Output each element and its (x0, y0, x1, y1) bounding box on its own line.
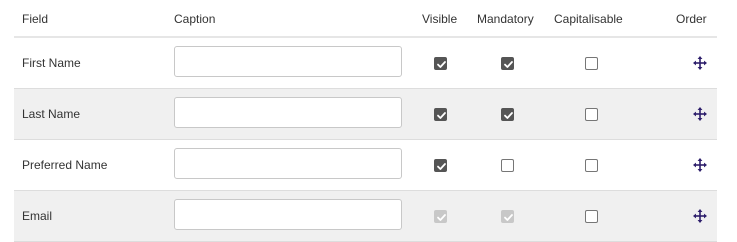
visible-checkbox[interactable] (434, 108, 447, 121)
visible-checkbox[interactable] (434, 57, 447, 70)
table-row: Preferred Name (14, 140, 717, 191)
capitalisable-checkbox[interactable] (585, 159, 598, 172)
move-icon[interactable] (693, 56, 707, 70)
grid-header: Field Caption Visible Mandatory Capitali… (14, 0, 717, 38)
table-row: Last Name (14, 89, 717, 140)
header-capitalisable: Capitalisable (554, 12, 623, 26)
caption-input[interactable] (174, 97, 402, 128)
mandatory-checkbox[interactable] (501, 108, 514, 121)
move-icon[interactable] (693, 209, 707, 223)
header-caption: Caption (174, 12, 216, 26)
header-mandatory: Mandatory (477, 12, 534, 26)
mandatory-checkbox (501, 210, 514, 223)
field-name: Last Name (22, 107, 81, 121)
field-settings-grid: Field Caption Visible Mandatory Capitali… (0, 0, 737, 242)
header-field: Field (22, 12, 49, 26)
table-row: First Name (14, 38, 717, 89)
move-icon[interactable] (693, 158, 707, 172)
field-name: Email (22, 209, 53, 223)
mandatory-checkbox[interactable] (501, 57, 514, 70)
caption-input[interactable] (174, 46, 402, 77)
visible-checkbox[interactable] (434, 159, 447, 172)
caption-input[interactable] (174, 148, 402, 179)
header-order: Order (676, 12, 707, 26)
move-icon[interactable] (693, 107, 707, 121)
caption-input[interactable] (174, 199, 402, 230)
visible-checkbox (434, 210, 447, 223)
field-name: First Name (22, 56, 81, 70)
capitalisable-checkbox[interactable] (585, 108, 598, 121)
capitalisable-checkbox[interactable] (585, 210, 598, 223)
capitalisable-checkbox[interactable] (585, 57, 598, 70)
header-visible: Visible (422, 12, 458, 26)
mandatory-checkbox[interactable] (501, 159, 514, 172)
table-row: Email (14, 191, 717, 242)
field-name: Preferred Name (22, 158, 108, 172)
